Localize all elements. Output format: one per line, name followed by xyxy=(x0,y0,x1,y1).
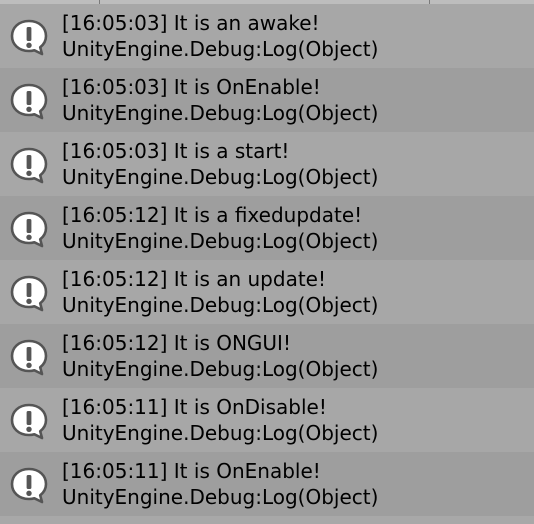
log-entry-text: [16:05:12] It is ONGUI! UnityEngine.Debu… xyxy=(62,330,378,382)
log-stack-source: UnityEngine.Debug:Log(Object) xyxy=(62,165,379,189)
log-entry-text: [16:05:03] It is an awake! UnityEngine.D… xyxy=(62,10,378,62)
log-stack-source: UnityEngine.Debug:Log(Object) xyxy=(62,421,379,445)
log-entry-text: [16:05:11] It is OnDisable! UnityEngine.… xyxy=(62,394,378,446)
log-entry[interactable]: [16:05:11] It is OnEnable! UnityEngine.D… xyxy=(0,452,534,516)
log-entry[interactable]: [16:05:12] It is an update! UnityEngine.… xyxy=(0,260,534,324)
log-entry-text: [16:05:03] It is OnEnable! UnityEngine.D… xyxy=(62,74,378,126)
log-entry[interactable]: [16:05:03] It is a start! UnityEngine.De… xyxy=(0,132,534,196)
log-entry[interactable]: [16:05:12] It is a fixedupdate! UnityEng… xyxy=(0,196,534,260)
log-stack-source: UnityEngine.Debug:Log(Object) xyxy=(62,101,379,125)
info-speech-bubble-icon xyxy=(10,211,48,248)
log-stack-source: UnityEngine.Debug:Log(Object) xyxy=(62,229,379,253)
log-stack-source: UnityEngine.Debug:Log(Object) xyxy=(62,485,379,509)
log-entry-text: [16:05:12] It is an update! UnityEngine.… xyxy=(62,266,378,318)
log-stack-source: UnityEngine.Debug:Log(Object) xyxy=(62,37,379,61)
log-stack-source: UnityEngine.Debug:Log(Object) xyxy=(62,293,379,317)
log-stack-source: UnityEngine.Debug:Log(Object) xyxy=(62,357,379,381)
info-speech-bubble-icon xyxy=(10,467,48,504)
info-speech-bubble-icon xyxy=(10,403,48,440)
log-message: [16:05:11] It is OnDisable! xyxy=(62,395,327,419)
info-speech-bubble-icon xyxy=(10,275,48,312)
log-entry[interactable]: [16:05:11] It is OnDisable! UnityEngine.… xyxy=(0,388,534,452)
info-speech-bubble-icon xyxy=(10,19,48,56)
log-message: [16:05:03] It is an awake! xyxy=(62,11,320,35)
log-message: [16:05:11] It is OnEnable! xyxy=(62,459,321,483)
console-log-list: [16:05:03] It is an awake! UnityEngine.D… xyxy=(0,4,534,524)
info-speech-bubble-icon xyxy=(10,339,48,376)
log-entry-text: [16:05:11] It is OnEnable! UnityEngine.D… xyxy=(62,458,378,510)
log-entry[interactable]: [16:05:03] It is OnEnable! UnityEngine.D… xyxy=(0,68,534,132)
log-message: [16:05:12] It is ONGUI! xyxy=(62,331,291,355)
info-speech-bubble-icon xyxy=(10,83,48,120)
log-message: [16:05:12] It is an update! xyxy=(62,267,326,291)
log-message: [16:05:03] It is OnEnable! xyxy=(62,75,321,99)
log-entry-text: [16:05:03] It is a start! UnityEngine.De… xyxy=(62,138,378,190)
info-speech-bubble-icon xyxy=(10,147,48,184)
log-entry[interactable]: [16:05:12] It is ONGUI! UnityEngine.Debu… xyxy=(0,324,534,388)
log-entry-text: [16:05:12] It is a fixedupdate! UnityEng… xyxy=(62,202,378,254)
log-message: [16:05:12] It is a fixedupdate! xyxy=(62,203,363,227)
log-message: [16:05:03] It is a start! xyxy=(62,139,290,163)
log-entry[interactable]: [16:05:03] It is an awake! UnityEngine.D… xyxy=(0,4,534,68)
